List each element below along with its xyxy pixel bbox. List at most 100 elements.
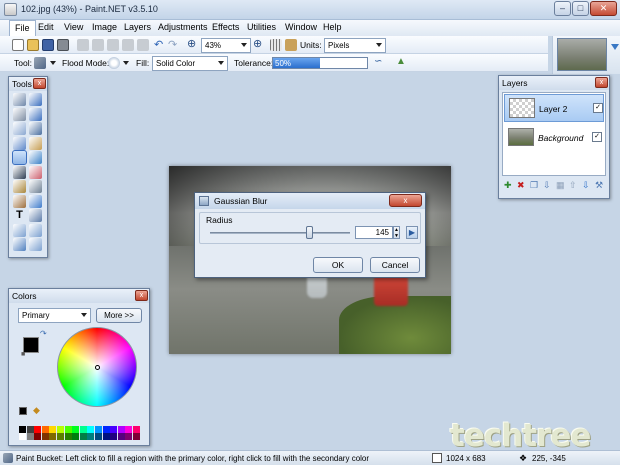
palette-swatch[interactable] bbox=[26, 433, 34, 440]
reset-colors-icon[interactable]: ■ bbox=[21, 351, 25, 358]
paint-bucket-tool-icon[interactable] bbox=[12, 150, 27, 165]
layer-visibility-checkbox[interactable]: ✓ bbox=[592, 132, 602, 142]
palette-swatch[interactable] bbox=[72, 433, 80, 440]
flood-mode-icon[interactable] bbox=[108, 57, 120, 69]
minimize-button[interactable]: – bbox=[554, 1, 571, 16]
palette-swatch[interactable] bbox=[57, 433, 64, 440]
layer-row[interactable]: Layer 2 ✓ bbox=[504, 94, 604, 122]
line-curve-tool-icon[interactable] bbox=[29, 209, 42, 222]
rounded-rectangle-tool-icon[interactable] bbox=[29, 223, 42, 237]
merge-layer-icon[interactable]: ⇩ bbox=[543, 180, 551, 191]
palette-swatch[interactable] bbox=[133, 433, 140, 440]
palette-swatch[interactable] bbox=[117, 433, 125, 440]
pencil-tool-icon[interactable] bbox=[13, 180, 26, 193]
palette-swatch[interactable] bbox=[49, 426, 57, 433]
radius-slider-track[interactable] bbox=[210, 232, 350, 234]
layer-visibility-checkbox[interactable]: ✓ bbox=[593, 103, 603, 113]
radius-value-input[interactable]: 145 bbox=[355, 226, 393, 239]
duplicate-layer-icon[interactable]: ❐ bbox=[530, 180, 538, 191]
blend-mode-icon[interactable]: ▲ bbox=[396, 56, 406, 67]
clone-stamp-tool-icon[interactable] bbox=[13, 194, 26, 208]
paintbrush-tool-icon[interactable] bbox=[13, 165, 26, 179]
palette-swatch[interactable] bbox=[64, 433, 72, 440]
add-layer-icon[interactable]: ✚ bbox=[504, 180, 512, 191]
antialiasing-icon[interactable]: ∽ bbox=[374, 56, 382, 67]
palette-swatch[interactable] bbox=[57, 426, 64, 433]
palette-swatch[interactable] bbox=[110, 433, 118, 440]
color-wheel[interactable] bbox=[57, 327, 137, 407]
palette-swatch[interactable] bbox=[117, 426, 125, 433]
menu-edit[interactable]: Edit bbox=[38, 22, 54, 32]
units-combo[interactable]: Pixels bbox=[324, 38, 386, 53]
freeform-shape-tool-icon[interactable] bbox=[29, 238, 42, 251]
palette-swatch[interactable] bbox=[87, 433, 95, 440]
new-icon[interactable] bbox=[12, 39, 24, 51]
save-icon[interactable] bbox=[42, 39, 54, 51]
delete-layer-icon[interactable]: ✖ bbox=[517, 180, 525, 191]
rectangle-tool-icon[interactable] bbox=[13, 223, 26, 237]
open-icon[interactable] bbox=[27, 39, 39, 51]
palette-swatch[interactable] bbox=[34, 433, 42, 440]
image-thumbnail[interactable] bbox=[557, 38, 607, 71]
move-selection-tool-icon[interactable] bbox=[29, 93, 42, 106]
close-button[interactable]: ✕ bbox=[590, 1, 617, 16]
menu-image[interactable]: Image bbox=[92, 22, 117, 32]
layers-panel-close-button[interactable]: x bbox=[595, 77, 608, 88]
zoom-out-icon[interactable]: ⊕ bbox=[187, 37, 196, 50]
deselect-icon[interactable] bbox=[137, 39, 149, 51]
dialog-close-button[interactable]: x bbox=[389, 194, 422, 207]
menu-view[interactable]: View bbox=[64, 22, 83, 32]
gradient-tool-icon[interactable] bbox=[29, 151, 42, 164]
palette-swatch[interactable] bbox=[79, 433, 87, 440]
palette-swatch[interactable] bbox=[34, 426, 42, 433]
paste-icon[interactable] bbox=[107, 39, 119, 51]
copy-icon[interactable] bbox=[92, 39, 104, 51]
reset-arrow-icon[interactable]: ▶ bbox=[406, 226, 418, 239]
palette-swatch[interactable] bbox=[125, 426, 133, 433]
more-colors-button[interactable]: More >> bbox=[96, 308, 142, 323]
thumbnail-scroll-icon[interactable] bbox=[611, 44, 619, 50]
palette-swatch[interactable] bbox=[95, 433, 102, 440]
menu-layers[interactable]: Layers bbox=[124, 22, 151, 32]
undo-icon[interactable]: ↶ bbox=[154, 38, 163, 51]
zoom-in-icon[interactable]: ⊕ bbox=[253, 37, 262, 50]
palette-swatch[interactable] bbox=[19, 433, 26, 440]
swap-colors-icon[interactable]: ↷ bbox=[40, 329, 47, 338]
menu-adjustments[interactable]: Adjustments bbox=[158, 22, 208, 32]
palette-swatch[interactable] bbox=[102, 433, 110, 440]
maximize-button[interactable]: □ bbox=[572, 1, 589, 16]
tool-dropdown-icon[interactable] bbox=[50, 61, 56, 65]
cut-icon[interactable] bbox=[77, 39, 89, 51]
ruler-icon[interactable] bbox=[285, 39, 297, 51]
rectangle-select-tool-icon[interactable] bbox=[13, 93, 26, 106]
recolor-tool-icon[interactable] bbox=[29, 194, 42, 208]
zoom-combo[interactable]: 43% bbox=[201, 38, 251, 53]
move-pixels-tool-icon[interactable] bbox=[29, 107, 42, 121]
grid-icon[interactable] bbox=[270, 39, 282, 51]
palette-swatch[interactable] bbox=[72, 426, 80, 433]
crop-icon[interactable] bbox=[122, 39, 134, 51]
palette-swatch[interactable] bbox=[79, 426, 87, 433]
tolerance-slider[interactable]: 50% bbox=[272, 57, 368, 69]
redo-icon[interactable]: ↷ bbox=[168, 38, 177, 51]
palette-swatch[interactable] bbox=[133, 426, 140, 433]
palette-swatch[interactable] bbox=[87, 426, 95, 433]
move-layer-down-icon[interactable]: ⇩ bbox=[582, 180, 590, 191]
primary-color-swatch[interactable] bbox=[23, 337, 39, 353]
magic-wand-tool-icon[interactable] bbox=[13, 136, 26, 150]
pan-tool-icon[interactable] bbox=[29, 136, 42, 150]
palette-swatch[interactable] bbox=[41, 426, 49, 433]
radius-spinner[interactable]: ▲ ▼ bbox=[393, 226, 400, 239]
menu-window[interactable]: Window bbox=[285, 22, 317, 32]
ellipse-select-tool-icon[interactable] bbox=[13, 122, 26, 135]
eraser-tool-icon[interactable] bbox=[29, 165, 42, 179]
colors-panel-close-button[interactable]: x bbox=[135, 290, 148, 301]
tools-panel-close-button[interactable]: x bbox=[33, 78, 46, 89]
ok-button[interactable]: OK bbox=[313, 257, 363, 273]
palette-swatch[interactable] bbox=[49, 433, 57, 440]
text-tool-icon[interactable]: T bbox=[13, 209, 26, 222]
menu-help[interactable]: Help bbox=[323, 22, 342, 32]
layer-settings-icon[interactable]: ⚒ bbox=[595, 180, 603, 191]
layer-properties-icon[interactable]: ▦ bbox=[556, 180, 565, 191]
palette-swatch[interactable] bbox=[26, 426, 34, 433]
